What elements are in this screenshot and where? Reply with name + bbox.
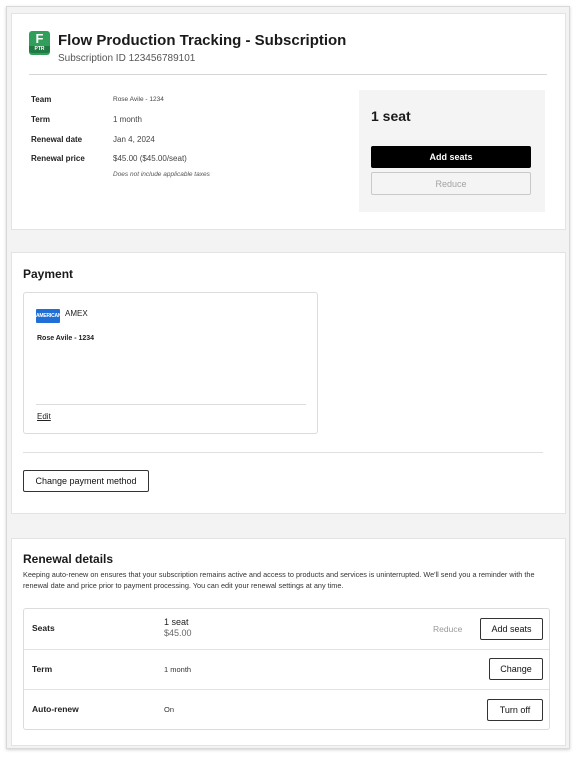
renewal-date-label: Renewal date <box>31 135 83 144</box>
renewal-price-value: $45.00 ($45.00/seat) <box>113 154 187 163</box>
renewal-row-label: Auto-renew <box>32 704 79 714</box>
header-divider <box>29 74 547 75</box>
subscription-card: F PTR Flow Production Tracking - Subscri… <box>11 13 566 230</box>
renewal-title: Renewal details <box>23 552 114 566</box>
renewal-row-label: Term <box>32 664 53 674</box>
subscription-id: Subscription ID 123456789101 <box>58 53 196 64</box>
renewal-row-label: Seats <box>32 623 55 633</box>
seats-panel: 1 seat Add seats Reduce <box>359 90 545 212</box>
add-seats-button[interactable]: Add seats <box>371 146 531 168</box>
payment-divider <box>23 452 543 453</box>
team-value: Rose Avile - 1234 <box>113 96 164 103</box>
payment-box-divider <box>36 404 306 405</box>
product-icon-letter: F <box>35 31 44 46</box>
renewal-row-auto-renew: Auto-renew On Turn off <box>24 689 549 729</box>
team-label: Team <box>31 95 52 104</box>
seat-count: 1 seat <box>371 108 411 124</box>
tax-note: Does not include applicable taxes <box>113 171 210 178</box>
change-payment-method-button[interactable]: Change payment method <box>23 470 149 492</box>
renewal-details-card: Renewal details Keeping auto-renew on en… <box>11 538 566 746</box>
renewal-row-seats: Seats 1 seat $45.00 Reduce Add seats <box>24 609 549 649</box>
renewal-row-price: $45.00 <box>164 628 192 638</box>
payment-method-box: AMERICAN EXPRESS AMEX Rose Avile - 1234 … <box>23 292 318 434</box>
page-title: Flow Production Tracking - Subscription <box>58 32 347 49</box>
renewal-price-label: Renewal price <box>31 154 85 163</box>
renewal-date-value: Jan 4, 2024 <box>113 135 155 144</box>
term-label: Term <box>31 115 50 124</box>
renewal-row-value: On <box>164 705 175 714</box>
payment-card: Payment AMERICAN EXPRESS AMEX Rose Avile… <box>11 252 566 514</box>
payment-title: Payment <box>23 267 74 281</box>
amex-logo-icon: AMERICAN EXPRESS <box>36 309 62 333</box>
page-frame: F PTR Flow Production Tracking - Subscri… <box>6 6 570 749</box>
renewal-row-value: 1 month <box>164 665 192 674</box>
turn-off-auto-renew-button[interactable]: Turn off <box>487 699 543 721</box>
edit-payment-link[interactable]: Edit <box>37 412 51 421</box>
reduce-seats-link[interactable]: Reduce <box>433 624 462 634</box>
reduce-seats-button[interactable]: Reduce <box>371 172 531 195</box>
renewal-description: Keeping auto-renew on ensures that your … <box>23 570 535 590</box>
term-value: 1 month <box>113 115 142 124</box>
renewal-table: Seats 1 seat $45.00 Reduce Add seats Ter… <box>23 608 550 730</box>
renewal-row-term: Term 1 month Change <box>24 649 549 689</box>
product-icon-code: PTR <box>29 46 50 53</box>
card-brand: AMEX <box>65 309 88 318</box>
card-holder: Rose Avile - 1234 <box>37 335 95 342</box>
renewal-row-value: 1 seat <box>164 617 189 627</box>
product-icon: F PTR <box>29 31 50 55</box>
renewal-add-seats-button[interactable]: Add seats <box>480 618 543 640</box>
change-term-button[interactable]: Change <box>489 658 543 680</box>
